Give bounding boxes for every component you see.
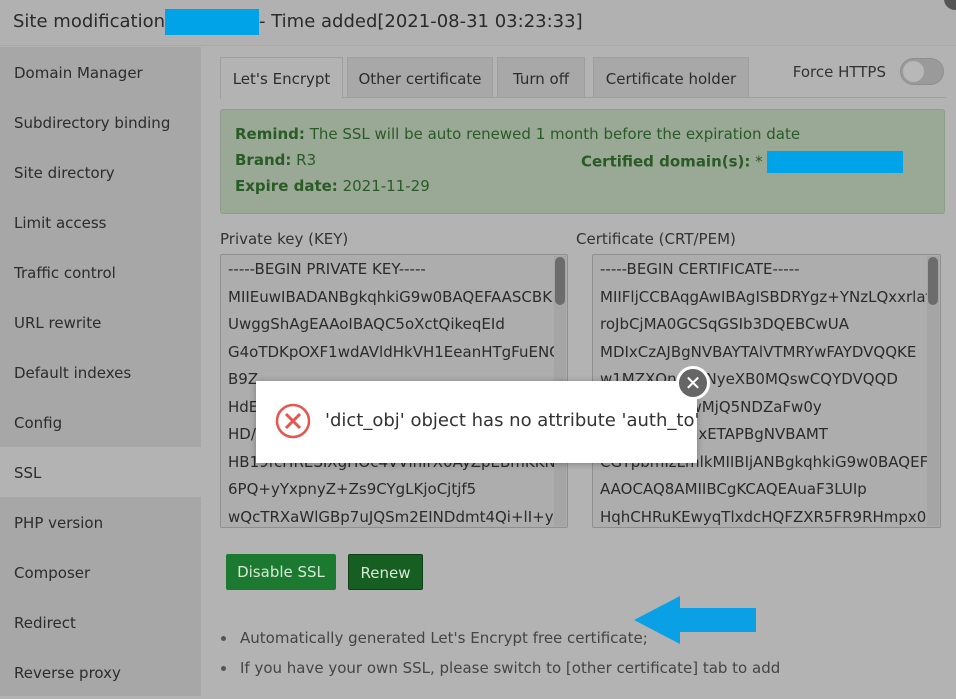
key-line: 6PQ+yYxpnyZ+Zs9CYgLKjoCjtjf5	[228, 480, 477, 498]
domain-label: Certified domain(s):	[581, 152, 751, 171]
key-line: UwggShAgEAAoIBAQC5oXctQikeqEId	[228, 315, 505, 333]
sidebar-item-config[interactable]: Config	[0, 397, 201, 447]
error-toast: 'dict_obj' object has no attribute 'auth…	[256, 381, 700, 463]
dialog-header: Site modification - Time added[2021-08-31…	[0, 0, 956, 46]
sidebar-item-php-version[interactable]: PHP version	[0, 497, 201, 547]
sidebar-item-url-rewrite[interactable]: URL rewrite	[0, 297, 201, 347]
force-https-label: Force HTTPS	[792, 63, 886, 81]
sidebar: Domain Manager Subdirectory binding Site d…	[0, 47, 201, 696]
private-key-label: Private key (KEY)	[220, 230, 349, 248]
sidebar-item-domain-manager[interactable]: Domain Manager	[0, 47, 201, 97]
sidebar-item-site-directory[interactable]: Site directory	[0, 147, 201, 197]
brand-label: Brand:	[235, 151, 292, 169]
note-text: If you have your own SSL, please switch …	[240, 659, 781, 677]
domain-value: *	[750, 152, 763, 171]
brand-value: R3	[291, 151, 317, 169]
tab-other-certificate[interactable]: Other certificate	[347, 57, 493, 98]
ssl-panel: Let's Encrypt Other certificate Turn off…	[201, 47, 956, 696]
expire-label: Expire date:	[235, 177, 338, 195]
cert-line: -----BEGIN CERTIFICATE-----	[600, 260, 800, 278]
scrollbar-thumb[interactable]	[555, 257, 565, 305]
sidebar-item-reverse-proxy[interactable]: Reverse proxy	[0, 647, 201, 697]
cert-line: MIIFljCCBAqgAwIBAgISBDRYgz+YNzLQxxrlaf	[600, 287, 931, 306]
key-line: MIIEuwIBADANBgkqhkiG9w0BAQEFAASCBK	[228, 287, 553, 306]
cert-line: HqhCHRuKEwyqTlxdcHQFZXR5FR9RHmpx04	[600, 507, 936, 526]
note-text: Automatically generated Let's Encrypt fr…	[240, 629, 648, 647]
cert-line: AAOCAQ8AMIIBCgKCAQEAuaF3LUIp	[600, 480, 867, 498]
force-https-toggle[interactable]	[900, 58, 944, 85]
key-line: -----BEGIN PRIVATE KEY-----	[228, 260, 426, 278]
redacted-domain	[767, 151, 904, 173]
key-line: wQcTRXaWlGBp7uJQSm2EINDdmt4Qi+lI+yR	[228, 507, 564, 526]
tab-turn-off[interactable]: Turn off	[497, 57, 585, 98]
note-item: Automatically generated Let's Encrypt fr…	[221, 627, 780, 657]
sidebar-item-composer[interactable]: Composer	[0, 547, 201, 597]
redacted-site-name	[165, 9, 259, 35]
ssl-info-box: Remind: The SSL will be auto renewed 1 m…	[220, 109, 945, 214]
sidebar-item-default-indexes[interactable]: Default indexes	[0, 347, 201, 397]
sidebar-item-subdirectory-binding[interactable]: Subdirectory binding	[0, 97, 201, 147]
key-line: G4oTDKpOXF1wdAVldHkVH1EeanHTgFuENC	[228, 342, 560, 361]
sidebar-item-ssl[interactable]: SSL	[0, 447, 201, 497]
tab-lets-encrypt[interactable]: Let's Encrypt	[220, 57, 343, 99]
sidebar-item-redirect[interactable]: Redirect	[0, 597, 201, 647]
expire-value: 2021-11-29	[337, 177, 430, 195]
tab-certificate-holder[interactable]: Certificate holder	[593, 57, 749, 98]
disable-ssl-button[interactable]: Disable SSL	[226, 554, 336, 590]
remind-label: Remind:	[235, 125, 305, 143]
dialog-title-prefix: Site modification	[13, 11, 165, 32]
notes-list: Automatically generated Let's Encrypt fr…	[221, 627, 780, 687]
dialog-title-suffix: - Time added[2021-08-31 03:23:33]	[259, 11, 583, 32]
note-item: If you have your own SSL, please switch …	[221, 657, 780, 687]
close-toast-icon[interactable]: ✕	[676, 366, 710, 400]
certificate-label: Certificate (CRT/PEM)	[576, 230, 736, 248]
cert-line: MDIxCzAJBgNVBAYTAlVTMRYwFAYDVQQKE	[600, 342, 917, 361]
renew-button[interactable]: Renew	[348, 554, 423, 590]
cert-line: roJbCjMA0GCSqGSIb3DQEBCwUA	[600, 315, 849, 333]
sidebar-item-traffic-control[interactable]: Traffic control	[0, 247, 201, 297]
close-dialog-icon[interactable]	[944, 0, 956, 10]
scrollbar-thumb[interactable]	[928, 257, 938, 305]
remind-text: The SSL will be auto renewed 1 month bef…	[304, 125, 801, 143]
sidebar-item-limit-access[interactable]: Limit access	[0, 197, 201, 247]
error-message: 'dict_obj' object has no attribute 'auth…	[325, 410, 700, 431]
error-icon	[275, 403, 311, 439]
